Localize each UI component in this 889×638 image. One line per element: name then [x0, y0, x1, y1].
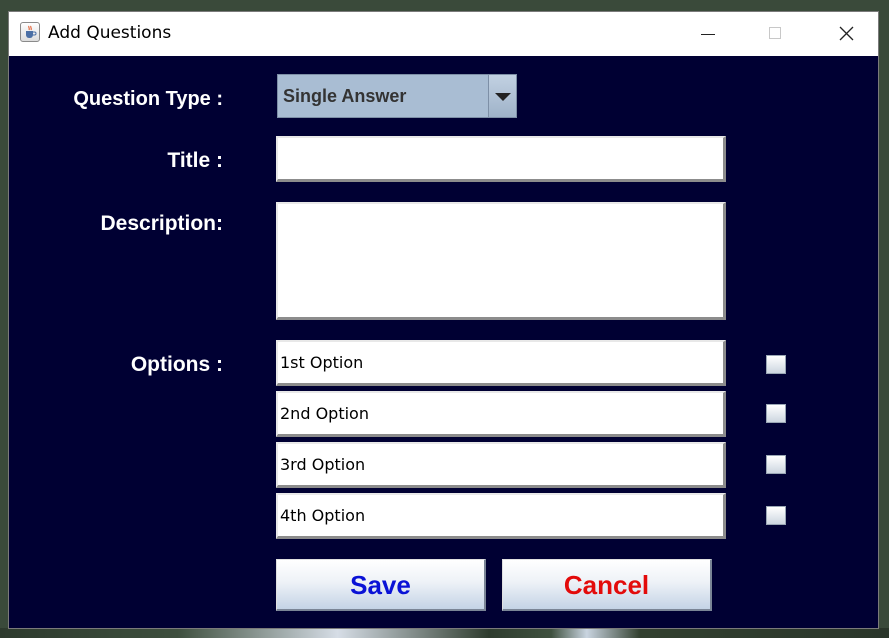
option-1-input[interactable]	[276, 340, 726, 386]
option-1-correct-checkbox[interactable]	[766, 355, 786, 374]
java-cup-icon	[20, 22, 40, 42]
option-2-input[interactable]	[276, 391, 726, 437]
background-desktop	[0, 628, 889, 638]
maximize-icon[interactable]	[753, 12, 799, 56]
question-type-selected: Single Answer	[283, 86, 407, 106]
add-questions-window: Add Questions Question Type : Single Ans…	[8, 11, 879, 629]
save-button[interactable]: Save	[276, 559, 486, 611]
title-bar[interactable]: Add Questions	[9, 12, 878, 56]
chevron-down-icon[interactable]	[488, 75, 516, 117]
description-textarea[interactable]	[276, 202, 726, 320]
option-4-correct-checkbox[interactable]	[766, 506, 786, 525]
question-type-label: Question Type :	[73, 88, 223, 110]
description-label: Description:	[100, 212, 223, 235]
question-type-dropdown[interactable]: Single Answer	[277, 74, 517, 118]
minimize-icon[interactable]	[685, 12, 731, 56]
close-icon[interactable]	[823, 12, 869, 56]
title-label: Title :	[167, 149, 223, 172]
title-input[interactable]	[276, 136, 726, 182]
option-4-input[interactable]	[276, 493, 726, 539]
option-3-input[interactable]	[276, 442, 726, 488]
cancel-button[interactable]: Cancel	[502, 559, 712, 611]
option-2-correct-checkbox[interactable]	[766, 404, 786, 423]
window-title: Add Questions	[48, 23, 172, 43]
option-3-correct-checkbox[interactable]	[766, 455, 786, 474]
options-label: Options :	[130, 353, 223, 376]
